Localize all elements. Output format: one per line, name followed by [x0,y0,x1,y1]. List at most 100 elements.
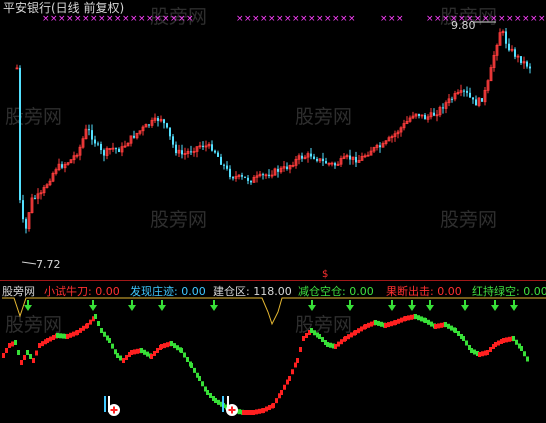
candle-body [166,123,168,128]
candle-body [514,49,516,57]
oscillator-segment [294,362,297,368]
candle-body [316,158,318,161]
oscillator-segment [444,322,447,327]
oscillator-segment [94,314,97,319]
oscillator-segment [370,321,373,327]
oscillator-segment [5,348,8,353]
oscillator-segment [520,346,523,351]
candle-body [97,143,99,145]
down-arrow-icon [346,305,354,311]
oscillator-segment [29,354,32,359]
candle-body [163,119,165,124]
magenta-marker: × [74,14,82,24]
oscillator-segment [103,331,106,337]
oscillator-segment [255,409,258,415]
price-chart[interactable]: × × × × × × × × × × × × × × × × × × × × × × × × × × × × × × × × × × × × × × × ×… [0,0,546,423]
oscillator-segment [186,357,189,362]
magenta-marker: × [114,14,122,24]
candle-body [181,150,183,155]
oscillator-segment [163,343,166,349]
candle-body [88,129,90,131]
indicator-name: 减仓空仓: [298,285,346,298]
oscillator-segment [32,358,35,363]
down-arrow-icon [408,305,416,311]
candle-body [277,168,279,172]
oscillator-segment [156,348,159,353]
candle-body [34,197,36,199]
down-arrow-icon [510,305,518,311]
indicator-item: 减仓空仓: 0.00 [298,283,374,299]
candle-body [418,113,420,116]
oscillator-segment [17,350,20,355]
indicator-value: 0.00 [181,285,206,298]
oscillator-segment [430,321,433,327]
oscillator-segment [214,398,217,403]
oscillator-segment [275,398,278,404]
oscillator-segment [313,330,316,336]
oscillator-segment [291,369,294,375]
oscillator-segment [494,342,497,347]
oscillator-segment [367,322,370,328]
magenta-marker: × [58,14,66,24]
chart-window[interactable]: 股旁网 股旁网 股旁网 股旁网 股旁网 股旁网 股旁网 股旁网 平安银行(日线 … [0,0,546,423]
oscillator-segment [146,351,149,357]
oscillator-segment [390,321,393,327]
oscillator-segment [26,350,29,355]
candle-body [223,164,225,166]
indicator-name: 果断出击: [386,285,434,298]
oscillator-segment [305,333,308,338]
magenta-marker: × [388,14,396,24]
oscillator-segment [344,336,347,341]
oscillator-segment [347,334,350,340]
oscillator-segment [400,317,403,323]
magenta-marker: × [324,14,332,24]
oscillator-segment [380,321,383,327]
oscillator-segment [489,347,492,352]
candle-body [247,177,249,181]
down-arrow-icon [24,305,32,311]
magenta-marker: × [260,14,268,24]
candle-body [424,114,426,120]
candle-body [250,180,252,183]
candle-body [241,175,243,177]
oscillator-segment [190,363,193,368]
magenta-marker: × [292,14,300,24]
oscillator-segment [417,315,420,321]
oscillator-segment [46,338,49,343]
oscillator-segment [173,343,176,349]
candle-body [91,130,93,140]
indicator-item: 发现庄迹: 0.00 [130,283,206,299]
oscillator-segment [288,376,291,381]
magenta-marker: × [276,14,284,24]
signal-bar [104,396,106,412]
candle-body [25,219,27,229]
oscillator-segment [79,327,82,333]
oscillator-segment [340,339,343,345]
magenta-marker: × [236,14,244,24]
magenta-marker: × [530,14,538,24]
candle-body [325,161,327,164]
oscillator-segment [360,326,363,332]
oscillator-segment [72,331,75,337]
oscillator-segment [450,325,453,331]
oscillator-segment [337,341,340,347]
oscillator-segment [217,399,220,405]
oscillator-segment [354,330,357,335]
oscillator-segment [160,344,163,349]
magenta-marker: × [162,14,170,24]
down-arrow-icon [491,305,499,311]
oscillator-segment [86,323,89,328]
indicator-name: 红持绿空: [472,285,520,298]
indicator-item: 建仓区: 118.00 [213,283,292,299]
oscillator-segment [258,408,261,414]
magenta-marker: × [42,14,50,24]
down-arrow-icon [461,305,469,311]
oscillator-segment [119,355,122,361]
magenta-marker: × [348,14,356,24]
magenta-marker: × [340,14,348,24]
magenta-marker: × [154,14,162,24]
oscillator-segment [397,318,400,324]
oscillator-segment [108,338,111,343]
oscillator-segment [272,403,275,408]
oscillator-segment [166,342,169,348]
